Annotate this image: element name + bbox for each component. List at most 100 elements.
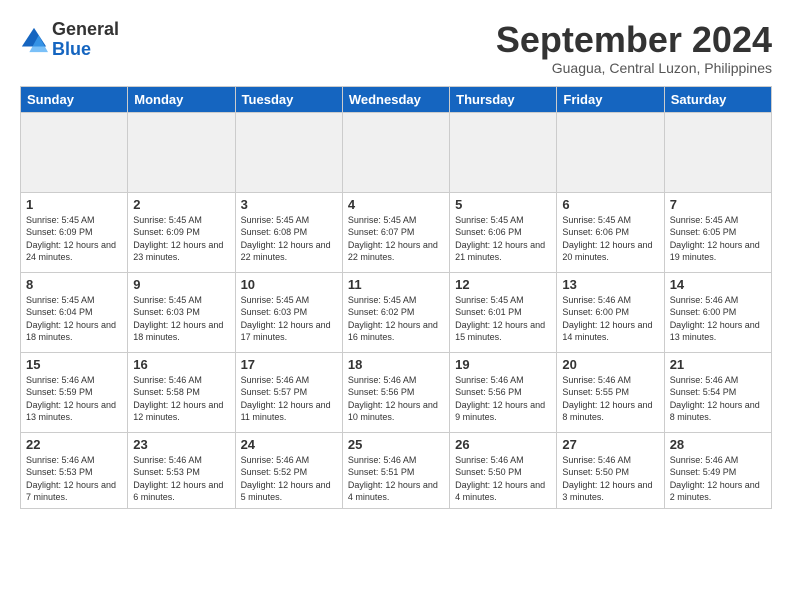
logo-general: General: [52, 20, 119, 40]
table-row: 7Sunrise: 5:45 AMSunset: 6:05 PMDaylight…: [664, 192, 771, 272]
table-row: 28Sunrise: 5:46 AMSunset: 5:49 PMDayligh…: [664, 432, 771, 508]
day-number: 1: [26, 197, 122, 212]
table-row: [450, 112, 557, 192]
day-number: 4: [348, 197, 444, 212]
day-number: 18: [348, 357, 444, 372]
table-row: 13 Sunrise: 5:46 AMSunset: 6:00 PMDayligh…: [557, 272, 664, 352]
week-row-4: 15Sunrise: 5:46 AMSunset: 5:59 PMDayligh…: [21, 352, 772, 432]
table-row: 10 Sunrise: 5:45 AMSunset: 6:03 PMDayligh…: [235, 272, 342, 352]
day-number: 9: [133, 277, 229, 292]
day-info: Sunrise: 5:46 AMSunset: 5:50 PMDaylight:…: [562, 454, 658, 504]
table-row: 18 Sunrise: 5:46 AMSunset: 5:56 PMDayligh…: [342, 352, 449, 432]
day-info: Sunrise: 5:46 AMSunset: 5:56 PMDaylight:…: [455, 374, 551, 424]
table-row: 19 Sunrise: 5:46 AMSunset: 5:56 PMDayligh…: [450, 352, 557, 432]
day-info: Sunrise: 5:46 AMSunset: 5:56 PMDaylight:…: [348, 374, 444, 424]
day-number: 16: [133, 357, 229, 372]
table-row: 17 Sunrise: 5:46 AMSunset: 5:57 PMDayligh…: [235, 352, 342, 432]
logo: General Blue: [20, 20, 119, 60]
day-info: Sunrise: 5:45 AMSunset: 6:04 PMDaylight:…: [26, 294, 122, 344]
day-number: 25: [348, 437, 444, 452]
day-info: Sunrise: 5:46 AMSunset: 5:53 PMDaylight:…: [133, 454, 229, 504]
day-info: Sunrise: 5:46 AMSunset: 5:59 PMDaylight:…: [26, 374, 122, 424]
day-number: 12: [455, 277, 551, 292]
table-row: 5 Sunrise: 5:45 AMSunset: 6:06 PMDaylight…: [450, 192, 557, 272]
day-info: Sunrise: 5:45 AMSunset: 6:03 PMDaylight:…: [133, 294, 229, 344]
day-number: 10: [241, 277, 337, 292]
table-row: 4 Sunrise: 5:45 AMSunset: 6:07 PMDaylight…: [342, 192, 449, 272]
day-number: 17: [241, 357, 337, 372]
table-row: 15Sunrise: 5:46 AMSunset: 5:59 PMDayligh…: [21, 352, 128, 432]
table-row: 9 Sunrise: 5:45 AMSunset: 6:03 PMDaylight…: [128, 272, 235, 352]
week-row-3: 8 Sunrise: 5:45 AMSunset: 6:04 PMDaylight…: [21, 272, 772, 352]
day-info: Sunrise: 5:45 AMSunset: 6:07 PMDaylight:…: [348, 214, 444, 264]
page: General Blue September 2024 Guagua, Cent…: [0, 0, 792, 612]
col-friday: Friday: [557, 86, 664, 112]
day-number: 7: [670, 197, 766, 212]
table-row: 21 Sunrise: 5:46 AMSunset: 5:54 PMDayligh…: [664, 352, 771, 432]
day-info: Sunrise: 5:45 AMSunset: 6:08 PMDaylight:…: [241, 214, 337, 264]
day-info: Sunrise: 5:46 AMSunset: 5:50 PMDaylight:…: [455, 454, 551, 504]
day-info: Sunrise: 5:45 AMSunset: 6:09 PMDaylight:…: [26, 214, 122, 264]
day-info: Sunrise: 5:46 AMSunset: 5:51 PMDaylight:…: [348, 454, 444, 504]
logo-text: General Blue: [52, 20, 119, 60]
day-info: Sunrise: 5:45 AMSunset: 6:06 PMDaylight:…: [455, 214, 551, 264]
day-number: 26: [455, 437, 551, 452]
table-row: 26 Sunrise: 5:46 AMSunset: 5:50 PMDayligh…: [450, 432, 557, 508]
day-number: 6: [562, 197, 658, 212]
day-info: Sunrise: 5:45 AMSunset: 6:02 PMDaylight:…: [348, 294, 444, 344]
day-number: 21: [670, 357, 766, 372]
day-number: 27: [562, 437, 658, 452]
day-number: 2: [133, 197, 229, 212]
table-row: 20 Sunrise: 5:46 AMSunset: 5:55 PMDayligh…: [557, 352, 664, 432]
col-saturday: Saturday: [664, 86, 771, 112]
day-number: 22: [26, 437, 122, 452]
day-number: 23: [133, 437, 229, 452]
day-info: Sunrise: 5:45 AMSunset: 6:01 PMDaylight:…: [455, 294, 551, 344]
day-number: 14: [670, 277, 766, 292]
table-row: [128, 112, 235, 192]
table-row: 25 Sunrise: 5:46 AMSunset: 5:51 PMDayligh…: [342, 432, 449, 508]
table-row: 6 Sunrise: 5:45 AMSunset: 6:06 PMDaylight…: [557, 192, 664, 272]
title-block: September 2024 Guagua, Central Luzon, Ph…: [496, 20, 772, 76]
day-number: 20: [562, 357, 658, 372]
subtitle: Guagua, Central Luzon, Philippines: [496, 60, 772, 76]
col-sunday: Sunday: [21, 86, 128, 112]
calendar: Sunday Monday Tuesday Wednesday Thursday…: [20, 86, 772, 509]
week-row-5: 22 Sunrise: 5:46 AMSunset: 5:53 PMDayligh…: [21, 432, 772, 508]
header-row: Sunday Monday Tuesday Wednesday Thursday…: [21, 86, 772, 112]
day-info: Sunrise: 5:46 AMSunset: 5:52 PMDaylight:…: [241, 454, 337, 504]
table-row: 8 Sunrise: 5:45 AMSunset: 6:04 PMDaylight…: [21, 272, 128, 352]
table-row: [557, 112, 664, 192]
day-info: Sunrise: 5:46 AMSunset: 5:54 PMDaylight:…: [670, 374, 766, 424]
day-info: Sunrise: 5:46 AMSunset: 6:00 PMDaylight:…: [562, 294, 658, 344]
col-tuesday: Tuesday: [235, 86, 342, 112]
day-number: 8: [26, 277, 122, 292]
day-number: 11: [348, 277, 444, 292]
day-info: Sunrise: 5:46 AMSunset: 5:57 PMDaylight:…: [241, 374, 337, 424]
day-info: Sunrise: 5:46 AMSunset: 5:58 PMDaylight:…: [133, 374, 229, 424]
table-row: 1 Sunrise: 5:45 AMSunset: 6:09 PMDaylight…: [21, 192, 128, 272]
day-info: Sunrise: 5:45 AMSunset: 6:09 PMDaylight:…: [133, 214, 229, 264]
table-row: 14 Sunrise: 5:46 AMSunset: 6:00 PMDayligh…: [664, 272, 771, 352]
table-row: [21, 112, 128, 192]
day-info: Sunrise: 5:45 AMSunset: 6:03 PMDaylight:…: [241, 294, 337, 344]
col-thursday: Thursday: [450, 86, 557, 112]
day-number: 19: [455, 357, 551, 372]
day-number: 13: [562, 277, 658, 292]
month-title: September 2024: [496, 20, 772, 60]
day-info: Sunrise: 5:45 AMSunset: 6:06 PMDaylight:…: [562, 214, 658, 264]
table-row: [235, 112, 342, 192]
table-row: 22Sunrise: 5:46 AMSunset: 5:53 PMDayligh…: [21, 432, 128, 508]
day-info: Sunrise: 5:46 AMSunset: 5:55 PMDaylight:…: [562, 374, 658, 424]
logo-icon: [20, 26, 48, 54]
day-info: Sunrise: 5:46 AMSunset: 5:49 PMDaylight:…: [670, 454, 766, 504]
col-wednesday: Wednesday: [342, 86, 449, 112]
day-number: 3: [241, 197, 337, 212]
table-row: [664, 112, 771, 192]
header: General Blue September 2024 Guagua, Cent…: [20, 20, 772, 76]
day-info: Sunrise: 5:46 AMSunset: 6:00 PMDaylight:…: [670, 294, 766, 344]
day-number: 24: [241, 437, 337, 452]
table-row: 3 Sunrise: 5:45 AMSunset: 6:08 PMDaylight…: [235, 192, 342, 272]
day-number: 5: [455, 197, 551, 212]
table-row: 12 Sunrise: 5:45 AMSunset: 6:01 PMDayligh…: [450, 272, 557, 352]
